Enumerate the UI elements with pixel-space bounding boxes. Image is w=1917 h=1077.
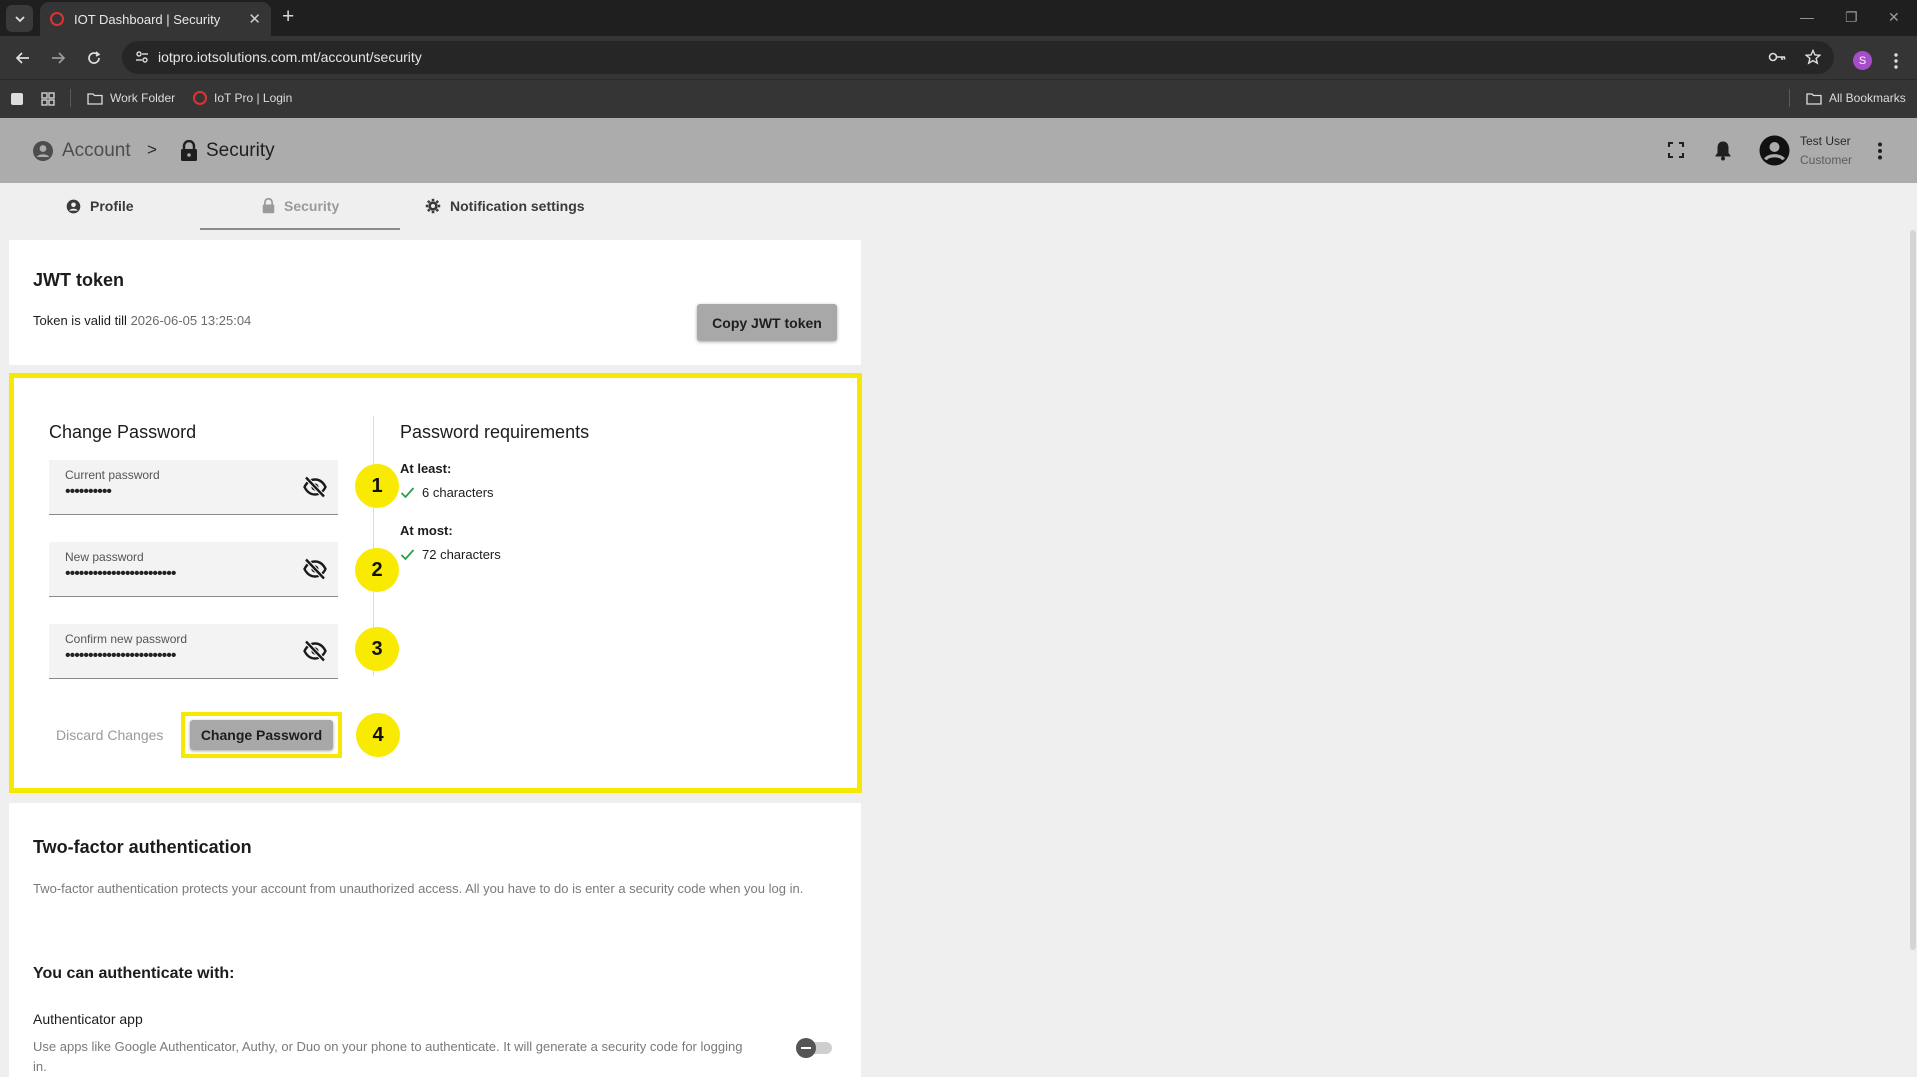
jwt-validity: Token is valid till 2026-06-05 13:25:04 [33,313,252,328]
two-factor-title: Two-factor authentication [33,837,252,857]
copy-jwt-button[interactable]: Copy JWT token [697,304,837,341]
step-badge-3: 3 [355,627,399,671]
confirm-password-input[interactable]: •••••••••••••••••••••••• [65,647,265,665]
two-factor-description: Two-factor authentication protects your … [33,881,804,896]
jwt-title: JWT token [33,270,125,290]
account-circle-icon [33,141,53,161]
discard-changes-button[interactable]: Discard Changes [56,727,163,743]
eye-off-icon[interactable] [303,558,327,580]
step-badge-2: 2 [355,548,399,592]
toggle-off-icon [796,1038,816,1058]
at-least-label: At least: [400,461,452,476]
folder-icon [87,92,103,105]
change-password-button[interactable]: Change Password [190,720,333,750]
reload-icon [88,51,101,64]
bookmark-work-folder[interactable]: Work Folder [87,91,175,105]
tab-list-button[interactable] [6,5,33,32]
new-password-field[interactable]: New password •••••••••••••••••••••••• [49,542,338,597]
eye-off-icon[interactable] [303,476,327,498]
account-tabs: Profile Security Notification settings [0,183,870,229]
bookmark-iot-pro-login[interactable]: IoT Pro | Login [193,91,292,105]
new-password-label: New password [65,550,144,564]
address-bar[interactable]: iotpro.iotsolutions.com.mt/account/secur… [122,41,1834,74]
lock-icon [181,140,197,161]
breadcrumb-account[interactable]: Account [32,140,131,162]
apps-grid-icon[interactable] [41,92,55,106]
site-settings-icon[interactable] [134,49,150,65]
close-window-icon[interactable]: ✕ [1888,9,1900,26]
tab-title: IOT Dashboard | Security [74,11,221,27]
confirm-password-field[interactable]: Confirm new password •••••••••••••••••••… [49,624,338,679]
authenticator-app-description: Use apps like Google Authenticator, Auth… [33,1039,743,1074]
app-header: Account > Security Test User Customer [0,118,1917,183]
authenticate-with-subtitle: You can authenticate with: [33,965,235,982]
jwt-valid-date: 2026-06-05 13:25:04 [130,313,252,328]
step-badge-1: 1 [355,464,399,508]
iot-pro-favicon-icon [193,91,207,105]
account-circle-icon [66,199,81,213]
arrow-right-icon [52,52,66,64]
change-password-highlight: Change Password [181,712,342,758]
confirm-password-label: Confirm new password [65,632,188,646]
forward-button[interactable] [47,47,69,69]
minimize-icon[interactable]: — [1800,9,1814,25]
favicon-icon [50,12,64,26]
more-vert-icon[interactable] [1877,142,1883,160]
browser-menu-icon[interactable] [1893,52,1899,70]
new-tab-button[interactable]: + [282,6,294,27]
bookmarks-bar: Work Folder IoT Pro | Login All Bookmark… [0,79,1917,118]
arrow-left-icon [15,52,29,64]
user-role: Customer [1800,153,1853,167]
close-tab-icon[interactable]: ✕ [248,10,261,28]
star-icon[interactable] [1805,49,1821,65]
restore-icon[interactable]: ❐ [1845,9,1858,26]
tab-security[interactable]: Security [262,183,339,229]
apps-square-icon[interactable] [10,92,24,106]
browser-toolbar: iotpro.iotsolutions.com.mt/account/secur… [0,36,1917,79]
current-password-label: Current password [65,468,160,482]
breadcrumb-separator: > [147,140,157,159]
jwt-token-card: JWT token Token is valid till 2026-06-05… [9,240,861,365]
change-password-card: Change Password Current password •••••••… [9,373,862,793]
authenticator-app-toggle[interactable] [796,1038,834,1058]
change-password-title: Change Password [49,422,197,442]
folder-icon [1806,92,1822,105]
key-icon[interactable] [1768,49,1786,65]
current-password-field[interactable]: Current password •••••••••• [49,460,338,515]
tab-notification-settings[interactable]: Notification settings [425,183,585,229]
requirements-title: Password requirements [400,422,590,442]
reload-button[interactable] [83,47,105,69]
fullscreen-icon[interactable] [1668,142,1684,158]
breadcrumb-security: Security [180,140,275,162]
browser-tab-active[interactable]: IOT Dashboard | Security ✕ [40,2,271,36]
back-button[interactable] [12,47,34,69]
page-scrollbar[interactable] [1910,230,1916,950]
user-name: Test User [1800,134,1851,148]
eye-off-icon[interactable] [303,640,327,662]
url-text: iotpro.iotsolutions.com.mt/account/secur… [158,49,422,65]
gear-icon [425,198,441,214]
new-password-input[interactable]: •••••••••••••••••••••••• [65,565,265,583]
all-bookmarks[interactable]: All Bookmarks [1806,91,1906,105]
tab-profile[interactable]: Profile [66,183,134,229]
lock-icon [262,198,275,214]
active-tab-indicator [200,228,400,230]
two-factor-card: Two-factor authentication Two-factor aut… [9,803,861,1077]
check-icon [400,487,415,499]
requirement-max-length: 72 characters [400,547,501,562]
current-password-input[interactable]: •••••••••• [65,483,265,501]
chevron-down-icon [14,15,25,22]
browser-tab-strip: IOT Dashboard | Security ✕ + — ❐ ✕ [0,0,1917,36]
authenticator-app-title: Authenticator app [33,1011,143,1027]
user-avatar-icon[interactable] [1759,135,1790,166]
bell-icon[interactable] [1714,140,1732,161]
requirement-min-length: 6 characters [400,485,494,500]
check-icon [400,549,415,561]
step-badge-4: 4 [356,713,400,757]
profile-avatar[interactable]: S [1853,51,1872,70]
at-most-label: At most: [400,523,453,538]
